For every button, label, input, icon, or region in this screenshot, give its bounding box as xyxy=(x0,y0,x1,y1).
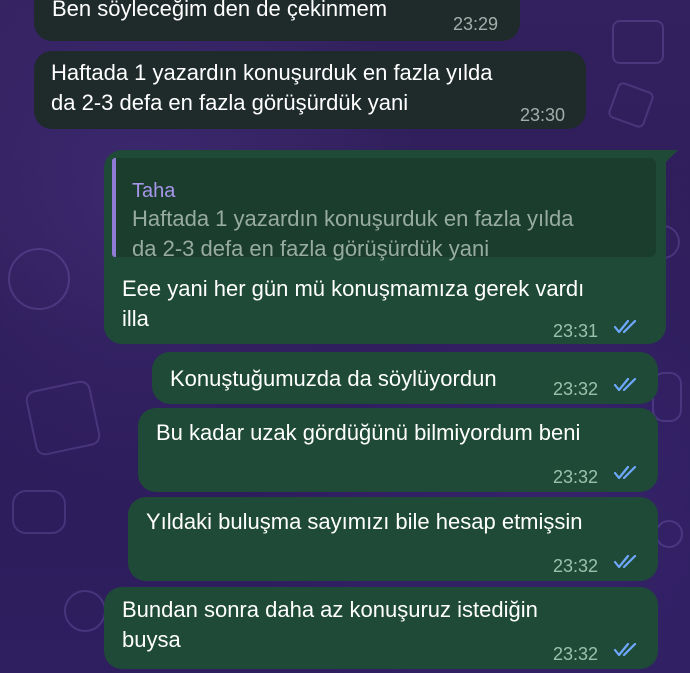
wallpaper-doodle xyxy=(655,520,683,548)
outgoing-message[interactable]: Konuştuğumuzda da söylüyordun 23:32 xyxy=(152,352,658,404)
message-text: buysa xyxy=(122,627,181,652)
message-text: Eee yani her gün mü konuşmamıza gerek va… xyxy=(122,276,585,301)
message-text: da 2-3 defa en fazla görüşürdük yani xyxy=(51,90,409,115)
message-text: Haftada 1 yazardın konuşurduk en fazla y… xyxy=(51,60,493,85)
reply-text: Haftada 1 yazardın konuşurduk en fazla y… xyxy=(132,206,574,231)
wallpaper-doodle xyxy=(606,80,656,130)
bubble-tail xyxy=(664,150,678,164)
incoming-message[interactable]: Ben söyleceğim den de çekinmem 23:29 xyxy=(34,0,520,41)
wallpaper-doodle xyxy=(12,490,66,534)
message-time: 23:32 xyxy=(553,556,599,576)
chat-history[interactable]: Ben söyleceğim den de çekinmem 23:29 Haf… xyxy=(0,0,690,673)
reply-text: da 2-3 defa en fazla görüşürdük yani xyxy=(132,236,490,261)
message-time: 23:32 xyxy=(553,644,599,664)
double-check-read-icon xyxy=(613,319,637,334)
outgoing-message[interactable]: Taha Haftada 1 yazardın konuşurduk en fa… xyxy=(104,150,666,344)
wallpaper-doodle xyxy=(64,590,106,632)
reply-author: Taha xyxy=(132,180,176,202)
reply-quote[interactable]: Taha Haftada 1 yazardın konuşurduk en fa… xyxy=(112,158,656,261)
outgoing-message[interactable]: Bundan sonra daha az konuşuruz istediğin… xyxy=(104,587,658,669)
reply-quote-bar xyxy=(112,158,116,257)
double-check-read-icon xyxy=(613,642,637,657)
incoming-message[interactable]: Haftada 1 yazardın konuşurduk en fazla y… xyxy=(34,51,586,129)
message-text: Bundan sonra daha az konuşuruz istediğin xyxy=(122,597,538,622)
message-time: 23:30 xyxy=(520,105,566,125)
message-time: 23:31 xyxy=(553,321,599,341)
message-time: 23:32 xyxy=(553,467,599,487)
wallpaper-doodle xyxy=(8,248,70,310)
message-text: Konuştuğumuzda da söylüyordun xyxy=(170,366,497,391)
wallpaper-doodle xyxy=(612,20,664,64)
wallpaper-doodle xyxy=(23,378,103,458)
double-check-read-icon xyxy=(613,377,637,392)
message-text: Yıldaki buluşma sayımızı bile hesap etmi… xyxy=(146,509,583,534)
message-text: Ben söyleceğim den de çekinmem xyxy=(52,0,388,21)
message-time: 23:29 xyxy=(453,14,499,34)
outgoing-message[interactable]: Yıldaki buluşma sayımızı bile hesap etmi… xyxy=(128,497,658,581)
message-text: Bu kadar uzak gördüğünü bilmiyordum beni xyxy=(156,420,581,445)
message-time: 23:32 xyxy=(553,379,599,399)
outgoing-message[interactable]: Bu kadar uzak gördüğünü bilmiyordum beni… xyxy=(138,408,658,492)
double-check-read-icon xyxy=(613,554,637,569)
double-check-read-icon xyxy=(613,465,637,480)
message-text: illa xyxy=(122,306,149,331)
